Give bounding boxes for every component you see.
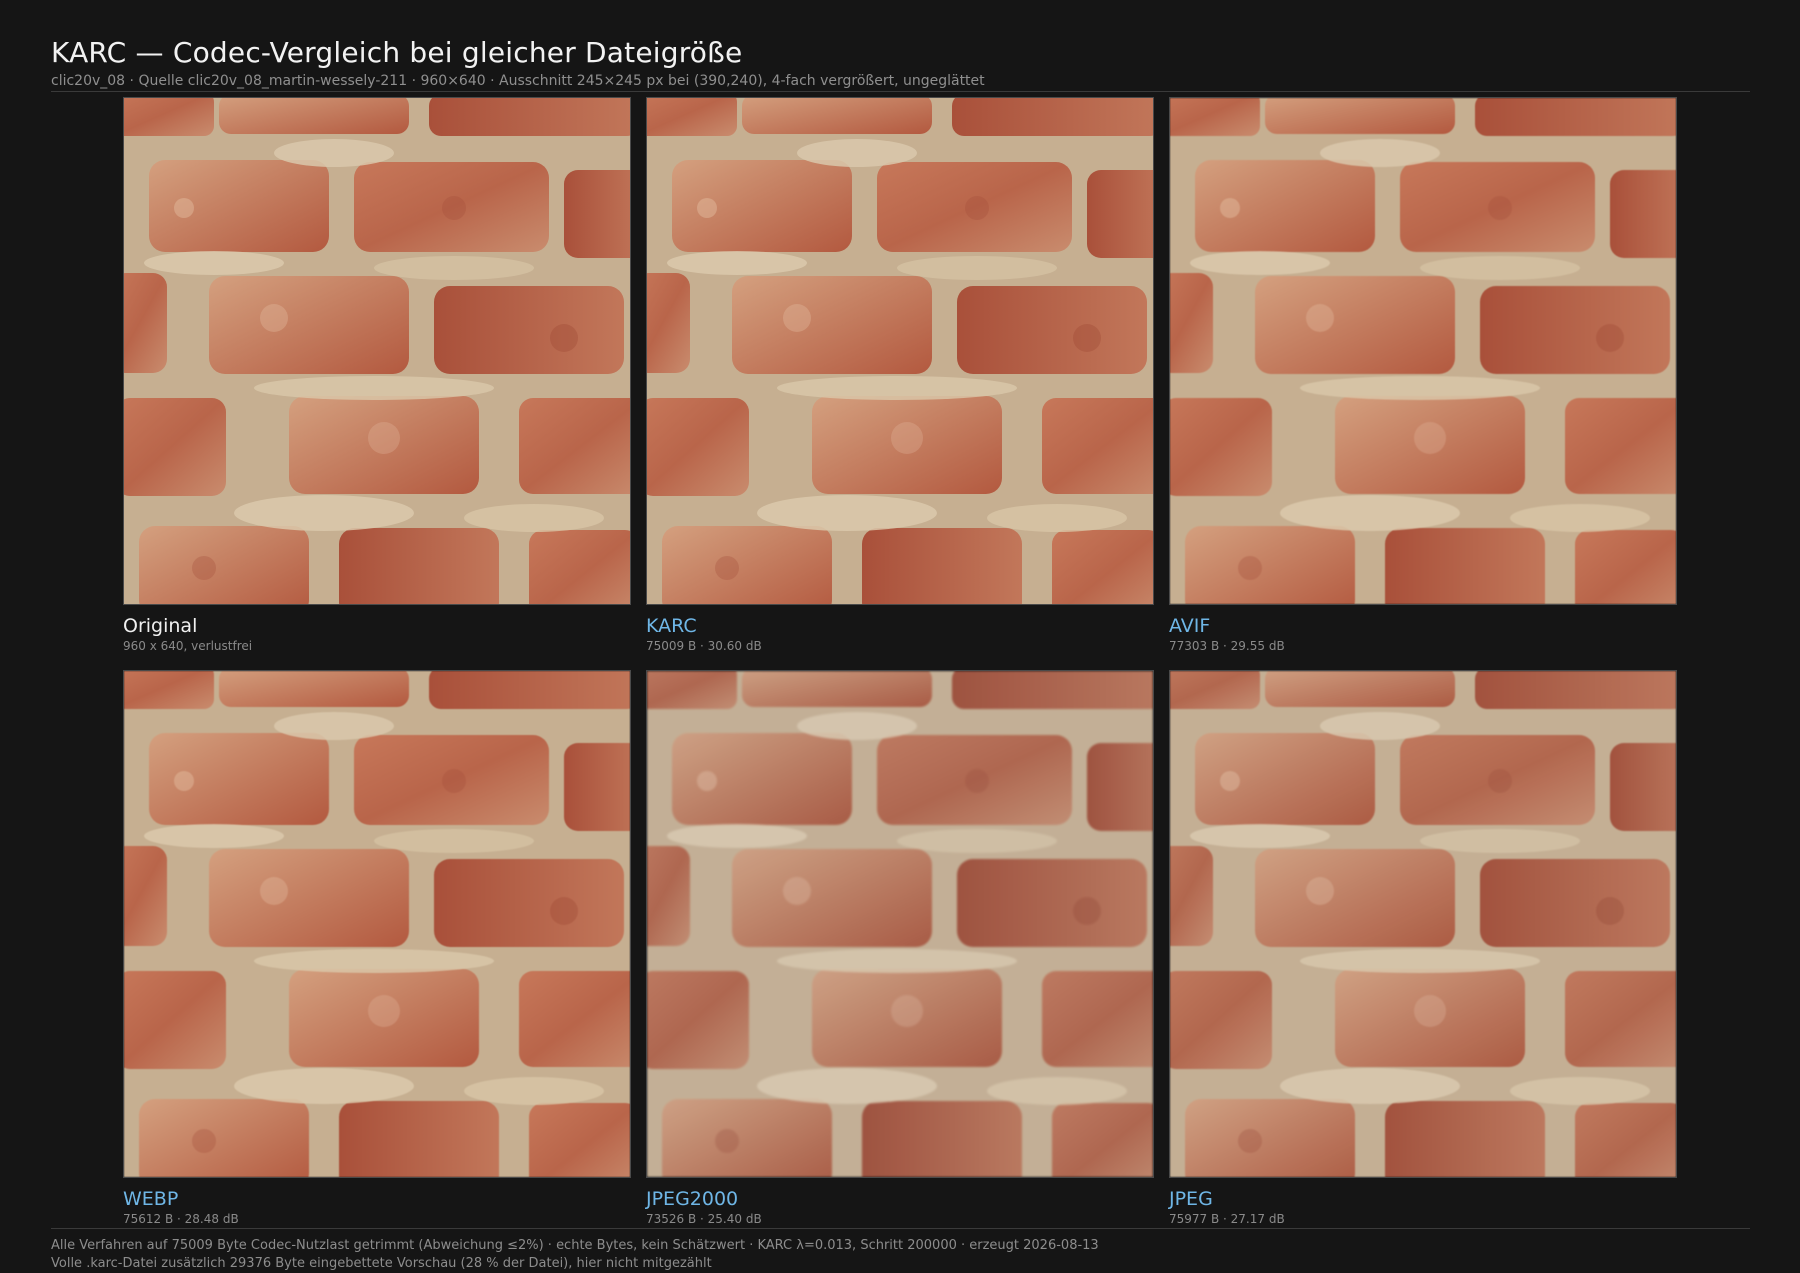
brick-wall-image [1170,98,1676,604]
brick-wall-image [647,98,1153,604]
brick-wall-image [1170,671,1676,1177]
tile-label: JPEG2000 [646,1188,739,1210]
page-subtitle: clic20v_08 · Quelle clic20v_08_martin-we… [51,73,985,89]
brick-wall-image [647,671,1153,1177]
brick-wall-image [124,671,630,1177]
tile-label: KARC [646,615,697,637]
tile-label: Original [123,615,198,637]
tile-jpeg2000: JPEG2000 73526 B · 25.40 dB [646,670,1154,1226]
image-original [123,97,631,605]
header-divider [51,91,1750,92]
tile-jpeg: JPEG 75977 B · 27.17 dB [1169,670,1677,1226]
tile-meta: 73526 B · 25.40 dB [646,1212,762,1226]
tile-karc: KARC 75009 B · 30.60 dB [646,97,1154,653]
footer-note: Volle .karc-Datei zusätzlich 29376 Byte … [51,1256,712,1271]
image-avif [1169,97,1677,605]
image-karc [646,97,1154,605]
image-webp [123,670,631,1178]
tile-webp: WEBP 75612 B · 28.48 dB [123,670,631,1226]
tile-original: Original 960 x 640, verlustfrei [123,97,631,653]
tile-avif: AVIF 77303 B · 29.55 dB [1169,97,1677,653]
tile-label: AVIF [1169,615,1211,637]
tile-meta: 75977 B · 27.17 dB [1169,1212,1285,1226]
footer-note: Alle Verfahren auf 75009 Byte Codec-Nutz… [51,1238,1099,1253]
tile-meta: 75009 B · 30.60 dB [646,639,762,653]
tile-meta: 75612 B · 28.48 dB [123,1212,239,1226]
footer-divider [51,1228,1750,1229]
tile-meta: 77303 B · 29.55 dB [1169,639,1285,653]
tile-label: JPEG [1169,1188,1213,1210]
brick-wall-image [124,98,630,604]
image-jpeg2000 [646,670,1154,1178]
page-title: KARC — Codec-Vergleich bei gleicher Date… [51,36,743,69]
tile-label: WEBP [123,1188,179,1210]
tile-meta: 960 x 640, verlustfrei [123,639,253,653]
image-jpeg [1169,670,1677,1178]
